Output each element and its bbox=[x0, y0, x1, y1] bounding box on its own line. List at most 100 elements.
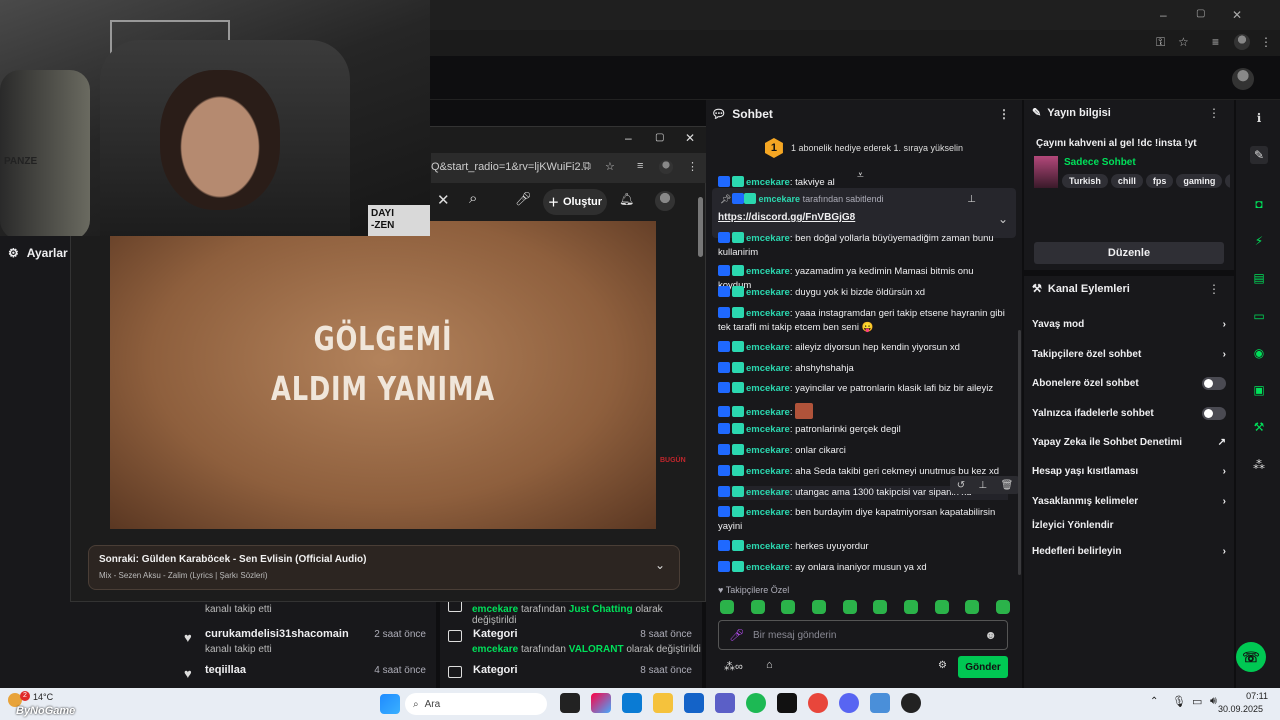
popup-url-bar[interactable]: Q&start_radio=1&rv=ljKWuiFi2... ⧉ ☆ ≡ ⋮ bbox=[431, 153, 707, 183]
display-tray-icon[interactable]: ▭ bbox=[1192, 695, 1202, 708]
lightning-icon[interactable]: ⚡︎ bbox=[1250, 232, 1268, 250]
action-banned-words[interactable]: Yasaklanmış kelimeler › bbox=[1032, 491, 1226, 511]
popup-profile-avatar[interactable] bbox=[659, 160, 673, 174]
emote-button[interactable] bbox=[720, 600, 734, 614]
chrome-icon[interactable] bbox=[808, 693, 828, 713]
action-follower-chat[interactable]: Takipçilere özel sohbet › bbox=[1032, 344, 1226, 364]
close-window-button[interactable]: ✕ bbox=[1232, 8, 1242, 22]
discord-icon[interactable] bbox=[839, 693, 859, 713]
community-rail-icon[interactable]: ⁂ bbox=[1250, 456, 1268, 474]
action-raid[interactable]: İzleyici Yönlendir bbox=[1032, 515, 1226, 535]
create-button[interactable]: ＋ Oluştur bbox=[543, 189, 607, 215]
emote-button[interactable] bbox=[781, 600, 796, 614]
edit-icon[interactable]: ✎ bbox=[1250, 146, 1268, 164]
activity-row[interactable]: ♥ curukamdelisi31shacomain kanalı takip … bbox=[172, 626, 436, 662]
search-icon[interactable]: ⌕ bbox=[469, 190, 477, 207]
send-button[interactable]: Gönder bbox=[958, 656, 1008, 678]
clock-date[interactable]: 30.09.2025 bbox=[1218, 704, 1263, 714]
clip-icon[interactable]: ◘ bbox=[1250, 195, 1268, 213]
action-ai-moderation[interactable]: Yapay Zeka ile Sohbet Denetimi ↗ bbox=[1032, 432, 1226, 452]
chat-input[interactable]: 🎤︎ Bir mesaj gönderin ☻ bbox=[718, 620, 1008, 650]
emote-button[interactable] bbox=[965, 600, 980, 614]
pinned-link[interactable]: https://discord.gg/FnVBGjG8 bbox=[718, 212, 855, 223]
stream-category[interactable]: Sadece Sohbet bbox=[1064, 157, 1136, 168]
emote-button[interactable] bbox=[873, 600, 888, 614]
channel-actions-menu-icon[interactable]: ⋮ bbox=[1208, 282, 1220, 296]
playlist-icon[interactable]: ≡ bbox=[1212, 35, 1219, 49]
emoji-icon[interactable]: ☻ bbox=[984, 628, 997, 642]
address-bar[interactable]: ⚿ ☆ ≡ ⋮ bbox=[430, 30, 1280, 56]
key-icon[interactable]: ⚿ bbox=[1156, 35, 1165, 50]
action-goals[interactable]: Hedefleri belirleyin › bbox=[1032, 541, 1226, 561]
tag[interactable]: chill bbox=[1110, 174, 1143, 188]
tag[interactable]: Turkish bbox=[1062, 174, 1108, 188]
network-app-icon[interactable] bbox=[870, 693, 890, 713]
pin-message-icon[interactable]: ⊥ bbox=[978, 480, 987, 491]
maximize-button[interactable]: ▢ bbox=[1196, 8, 1205, 19]
mic-tray-icon[interactable]: 🎙︎ bbox=[1172, 695, 1186, 708]
sub-chat-toggle[interactable] bbox=[1202, 376, 1226, 390]
clock-time[interactable]: 07:11 bbox=[1228, 691, 1268, 701]
popup-menu-icon[interactable]: ⋮ bbox=[687, 160, 698, 173]
action-account-age[interactable]: Hesap yaşı kısıtlaması › bbox=[1032, 461, 1226, 481]
support-button[interactable]: ☏ bbox=[1236, 642, 1266, 672]
emote-button[interactable] bbox=[934, 600, 949, 614]
popup-close-button[interactable]: ✕ bbox=[685, 131, 695, 145]
scrollbar[interactable] bbox=[698, 197, 703, 257]
user-avatar[interactable] bbox=[1232, 68, 1254, 90]
bookmark-star-icon[interactable]: ☆ bbox=[1178, 35, 1189, 49]
teams-icon[interactable] bbox=[715, 693, 735, 713]
expand-chevron-icon[interactable]: ⌄ bbox=[998, 212, 1008, 226]
category-thumbnail[interactable] bbox=[1034, 156, 1058, 188]
popup-minimize-button[interactable]: – bbox=[625, 131, 632, 145]
stream-info-menu-icon[interactable]: ⋮ bbox=[1208, 106, 1220, 120]
emote-chat-toggle[interactable] bbox=[1202, 406, 1226, 420]
emote-button[interactable] bbox=[903, 600, 918, 614]
tray-chevron-icon[interactable]: ⌃ bbox=[1150, 696, 1158, 707]
star-icon[interactable]: ☆ bbox=[605, 160, 615, 173]
edge-icon[interactable] bbox=[622, 693, 642, 713]
task-view-icon[interactable] bbox=[560, 693, 580, 713]
unpin-icon[interactable]: ⊥ bbox=[967, 194, 976, 205]
tag[interactable]: va bbox=[1225, 174, 1230, 188]
action-emote-chat[interactable]: Yalnızca ifadelerle sohbet bbox=[1032, 403, 1226, 423]
edit-button[interactable]: Düzenle bbox=[1034, 242, 1224, 264]
info-icon[interactable]: ℹ bbox=[1250, 109, 1268, 127]
tools-icon[interactable]: ⚒ bbox=[1250, 418, 1268, 436]
community-icon[interactable]: ⁂∞ bbox=[724, 660, 743, 673]
close-search-icon[interactable]: ✕ bbox=[437, 191, 450, 209]
microphone-icon[interactable]: 🎤︎ bbox=[729, 628, 744, 642]
settings-panel-icon[interactable]: ▣ bbox=[1250, 381, 1268, 399]
chat-icon[interactable]: ▭ bbox=[1250, 307, 1268, 325]
action-slow-mode[interactable]: Yavaş mod › bbox=[1032, 314, 1226, 334]
microphone-icon[interactable]: 🎤︎ bbox=[515, 191, 532, 207]
outlook-icon[interactable] bbox=[684, 693, 704, 713]
menu-dots-icon[interactable]: ⋮ bbox=[1260, 35, 1272, 49]
chat-menu-icon[interactable]: ⋮ bbox=[998, 107, 1010, 121]
youtube-avatar[interactable] bbox=[655, 191, 675, 211]
list-icon[interactable]: ▤ bbox=[1250, 269, 1268, 287]
pinned-message[interactable]: 📌︎ emcekare tarafından sabitlendi https:… bbox=[712, 188, 1016, 238]
tag[interactable]: gaming bbox=[1176, 174, 1223, 188]
volume-icon[interactable]: 🔊︎ bbox=[1210, 695, 1217, 708]
file-explorer-icon[interactable] bbox=[653, 693, 673, 713]
spotify-icon[interactable] bbox=[746, 693, 766, 713]
action-sub-chat[interactable]: Abonelere özel sohbet bbox=[1032, 373, 1226, 393]
next-up-card[interactable]: Sonraki: Gülden Karaböcek - Sen Evlisin … bbox=[88, 545, 680, 590]
start-icon[interactable] bbox=[380, 694, 400, 714]
gift-leaderboard[interactable]: 1 1 abonelik hediye ederek 1. sıraya yük… bbox=[706, 136, 1022, 160]
install-icon[interactable]: ⧉ bbox=[583, 160, 591, 173]
netflix-icon[interactable] bbox=[777, 693, 797, 713]
settings-item[interactable]: ⚙ Ayarlar bbox=[8, 242, 68, 264]
popup-maximize-button[interactable]: ▢ bbox=[655, 132, 664, 143]
store-icon[interactable]: ⌂ bbox=[766, 659, 773, 671]
obs-icon[interactable] bbox=[901, 693, 921, 713]
delete-icon[interactable]: 🗑︎ bbox=[1001, 480, 1014, 491]
category-row[interactable]: Kategori emcekare tarafından VALORANT ol… bbox=[440, 626, 702, 662]
chat-scrollbar[interactable] bbox=[1018, 330, 1021, 575]
chat-settings-icon[interactable]: ⚙ bbox=[938, 660, 947, 671]
emote-button[interactable] bbox=[842, 600, 857, 614]
minimize-button[interactable]: – bbox=[1160, 8, 1167, 22]
copilot-icon[interactable] bbox=[591, 693, 611, 713]
taskbar-search[interactable]: ⌕ Ara bbox=[405, 693, 547, 715]
